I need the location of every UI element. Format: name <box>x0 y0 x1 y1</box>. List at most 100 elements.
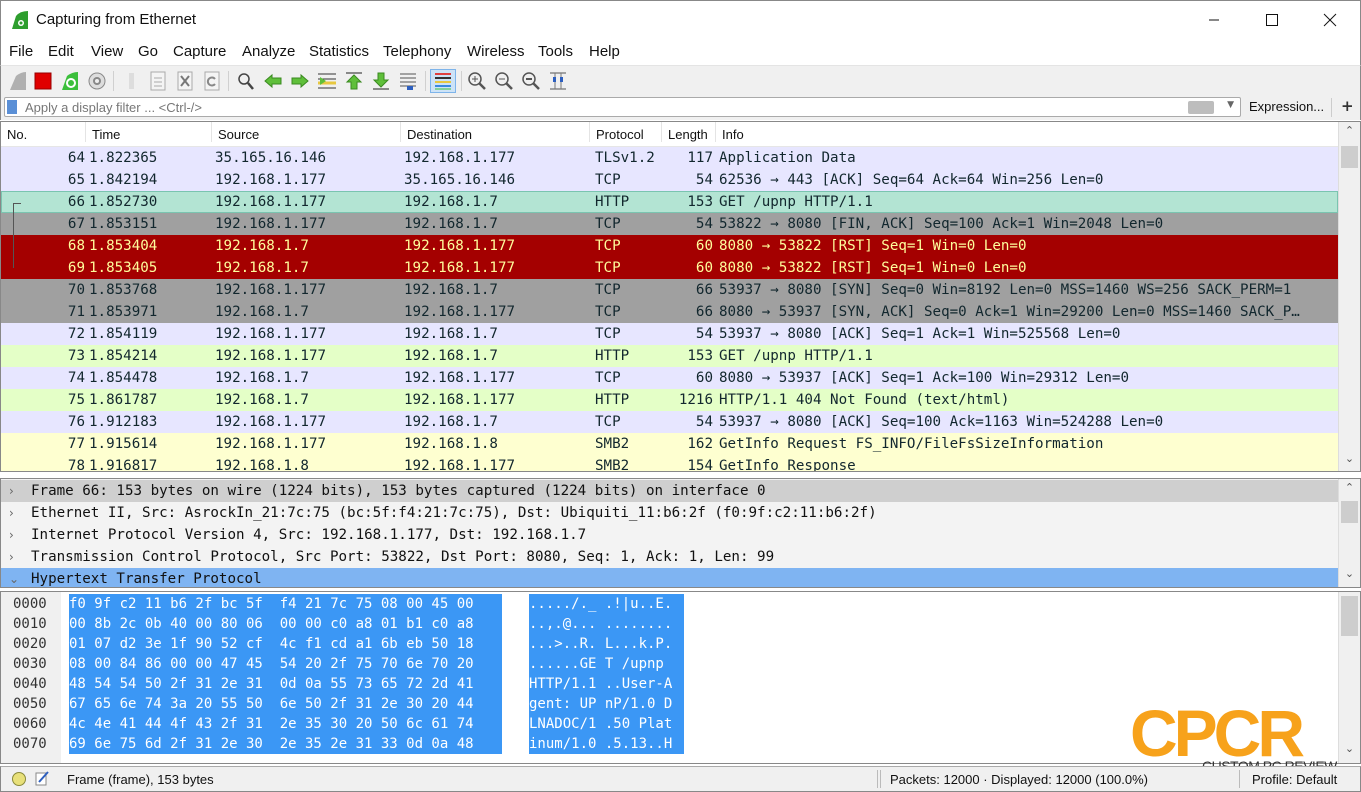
column-header-info[interactable]: Info <box>715 122 1338 142</box>
packet-row[interactable]: 65 1.842194 192.168.1.177 35.165.16.146 TCP 5… <box>1 169 1338 191</box>
capture-options-button[interactable] <box>85 69 109 93</box>
packet-row[interactable]: 66 1.852730 192.168.1.177 192.168.1.7 HTTP 15… <box>1 191 1338 213</box>
detail-tree-item[interactable]: › Frame 66: 153 bytes on wire (1224 bits)… <box>1 480 1338 502</box>
byte-ascii[interactable]: inum/1.0 .5.13..H <box>529 734 684 754</box>
status-profile[interactable]: Profile: Default <box>1252 772 1337 787</box>
expert-info-led-icon[interactable] <box>12 772 26 786</box>
expression-button[interactable]: Expression... <box>1249 99 1324 114</box>
menu-view[interactable]: View <box>91 43 123 60</box>
column-header-protocol[interactable]: Protocol <box>589 122 661 142</box>
byte-hex[interactable]: 48 54 54 50 2f 31 2e 31 0d 0a 55 73 65 7… <box>69 674 502 694</box>
byte-hex[interactable]: 69 6e 75 6d 2f 31 2e 30 2e 35 2e 31 33 0… <box>69 734 502 754</box>
scrollbar-thumb[interactable] <box>1341 501 1358 523</box>
scroll-up-icon[interactable]: ⌃ <box>1339 481 1360 499</box>
zoom-in-button[interactable] <box>465 69 489 93</box>
chevron-right-icon[interactable]: › <box>9 502 23 524</box>
bytes-scrollbar[interactable]: ⌄ <box>1338 592 1360 763</box>
detail-tree-item[interactable]: › Transmission Control Protocol, Src Port… <box>1 546 1338 568</box>
column-header-length[interactable]: Length <box>661 122 715 142</box>
go-to-packet-button[interactable] <box>315 69 339 93</box>
byte-ascii[interactable]: LNADOC/1 .50 Plat <box>529 714 684 734</box>
menu-go[interactable]: Go <box>138 43 158 60</box>
autoscroll-button[interactable] <box>396 69 420 93</box>
go-forward-button[interactable] <box>288 69 312 93</box>
byte-hex[interactable]: f0 9f c2 11 b6 2f bc 5f f4 21 7c 75 08 0… <box>69 594 502 614</box>
packet-row[interactable]: 69 1.853405 192.168.1.7 192.168.1.177 TCP 60 8… <box>1 257 1338 279</box>
menu-telephony[interactable]: Telephony <box>383 43 451 60</box>
scrollbar-thumb[interactable] <box>1341 146 1358 168</box>
scrollbar-thumb[interactable] <box>1341 596 1358 636</box>
scroll-down-icon[interactable]: ⌄ <box>1339 567 1360 585</box>
byte-hex[interactable]: 4c 4e 41 44 4f 43 2f 31 2e 35 30 20 50 6… <box>69 714 502 734</box>
byte-ascii[interactable]: gent: UP nP/1.0 D <box>529 694 684 714</box>
stop-capture-button[interactable] <box>31 69 55 93</box>
filter-dropdown-icon[interactable]: ▼ <box>1227 100 1234 110</box>
packet-row[interactable]: 70 1.853768 192.168.1.177 192.168.1.7 TCP 66 5… <box>1 279 1338 301</box>
go-first-button[interactable] <box>342 69 366 93</box>
go-last-button[interactable] <box>369 69 393 93</box>
reload-file-button[interactable] <box>200 69 224 93</box>
chevron-down-icon[interactable]: ⌄ <box>9 568 23 587</box>
byte-hex[interactable]: 67 65 6e 74 3a 20 55 50 6e 50 2f 31 2e 3… <box>69 694 502 714</box>
packet-row[interactable]: 73 1.854214 192.168.1.177 192.168.1.7 HTTP 15… <box>1 345 1338 367</box>
packet-row[interactable]: 67 1.853151 192.168.1.177 192.168.1.7 TCP 54 5… <box>1 213 1338 235</box>
start-capture-button[interactable] <box>6 69 30 93</box>
detail-tree-item[interactable]: › Ethernet II, Src: AsrockIn_21:7c:75 (bc… <box>1 502 1338 524</box>
byte-ascii[interactable]: ......GE T /upnp <box>529 654 684 674</box>
menu-file[interactable]: File <box>9 43 33 60</box>
go-back-button[interactable] <box>261 69 285 93</box>
byte-ascii[interactable]: HTTP/1.1 ..User-A <box>529 674 684 694</box>
packet-list-scrollbar[interactable]: ⌃ ⌄ <box>1338 122 1360 471</box>
packet-row[interactable]: 74 1.854478 192.168.1.7 192.168.1.177 TCP 60 8… <box>1 367 1338 389</box>
menu-tools[interactable]: Tools <box>538 43 573 60</box>
column-header-time[interactable]: Time <box>85 122 211 142</box>
apply-filter-arrow-icon[interactable] <box>1188 101 1214 114</box>
add-filter-button[interactable]: + <box>1341 97 1354 115</box>
packet-row[interactable]: 75 1.861787 192.168.1.7 192.168.1.177 HTTP 12… <box>1 389 1338 411</box>
packet-row[interactable]: 77 1.915614 192.168.1.177 192.168.1.8 SMB2 16… <box>1 433 1338 455</box>
byte-ascii[interactable]: ..,.@... ........ <box>529 614 684 634</box>
colorize-button[interactable] <box>430 69 456 93</box>
find-packet-button[interactable] <box>234 69 258 93</box>
packet-row[interactable]: 72 1.854119 192.168.1.177 192.168.1.7 TCP 54 5… <box>1 323 1338 345</box>
resize-columns-button[interactable] <box>546 69 570 93</box>
scroll-down-icon[interactable]: ⌄ <box>1339 452 1360 470</box>
zoom-out-button[interactable] <box>492 69 516 93</box>
restart-capture-button[interactable] <box>58 69 82 93</box>
packet-row[interactable]: 76 1.912183 192.168.1.177 192.168.1.7 TCP 54 5… <box>1 411 1338 433</box>
byte-ascii[interactable]: ...../._ .!|u..E. <box>529 594 684 614</box>
column-header-no[interactable]: No. <box>1 122 85 142</box>
edit-comment-icon[interactable] <box>35 770 49 786</box>
column-header-source[interactable]: Source <box>211 122 400 142</box>
scroll-up-icon[interactable]: ⌃ <box>1339 124 1360 142</box>
menu-statistics[interactable]: Statistics <box>309 43 369 60</box>
chevron-right-icon[interactable]: › <box>9 480 23 502</box>
maximize-button[interactable] <box>1243 1 1301 39</box>
close-file-button[interactable] <box>173 69 197 93</box>
details-scrollbar[interactable]: ⌃ ⌄ <box>1338 479 1360 587</box>
scroll-down-icon[interactable]: ⌄ <box>1339 742 1360 760</box>
display-filter-input[interactable] <box>25 99 1175 116</box>
minimize-button[interactable] <box>1185 1 1243 39</box>
byte-hex[interactable]: 00 8b 2c 0b 40 00 80 06 00 00 c0 a8 01 b… <box>69 614 502 634</box>
chevron-right-icon[interactable]: › <box>9 546 23 568</box>
menu-wireless[interactable]: Wireless <box>467 43 525 60</box>
detail-tree-item[interactable]: › Internet Protocol Version 4, Src: 192.1… <box>1 524 1338 546</box>
column-header-destination[interactable]: Destination <box>400 122 589 142</box>
packet-row[interactable]: 71 1.853971 192.168.1.7 192.168.1.177 TCP 66 8… <box>1 301 1338 323</box>
packet-row[interactable]: 64 1.822365 35.165.16.146 192.168.1.177 TLSv… <box>1 147 1338 169</box>
byte-hex[interactable]: 08 00 84 86 00 00 47 45 54 20 2f 75 70 6… <box>69 654 502 674</box>
packet-row[interactable]: 78 1.916817 192.168.1.8 192.168.1.177 SMB2 15… <box>1 455 1338 471</box>
byte-ascii[interactable]: ...>..R. L...k.P. <box>529 634 684 654</box>
menu-analyze[interactable]: Analyze <box>242 43 295 60</box>
byte-hex[interactable]: 01 07 d2 3e 1f 90 52 cf 4c f1 cd a1 6b e… <box>69 634 502 654</box>
open-file-button[interactable] <box>119 69 143 93</box>
close-button[interactable] <box>1301 1 1359 39</box>
save-file-button[interactable] <box>146 69 170 93</box>
packet-row[interactable]: 68 1.853404 192.168.1.7 192.168.1.177 TCP 60 8… <box>1 235 1338 257</box>
menu-edit[interactable]: Edit <box>48 43 74 60</box>
menu-help[interactable]: Help <box>589 43 620 60</box>
detail-tree-item[interactable]: ⌄ Hypertext Transfer Protocol <box>1 568 1338 587</box>
chevron-right-icon[interactable]: › <box>9 524 23 546</box>
menu-capture[interactable]: Capture <box>173 43 226 60</box>
